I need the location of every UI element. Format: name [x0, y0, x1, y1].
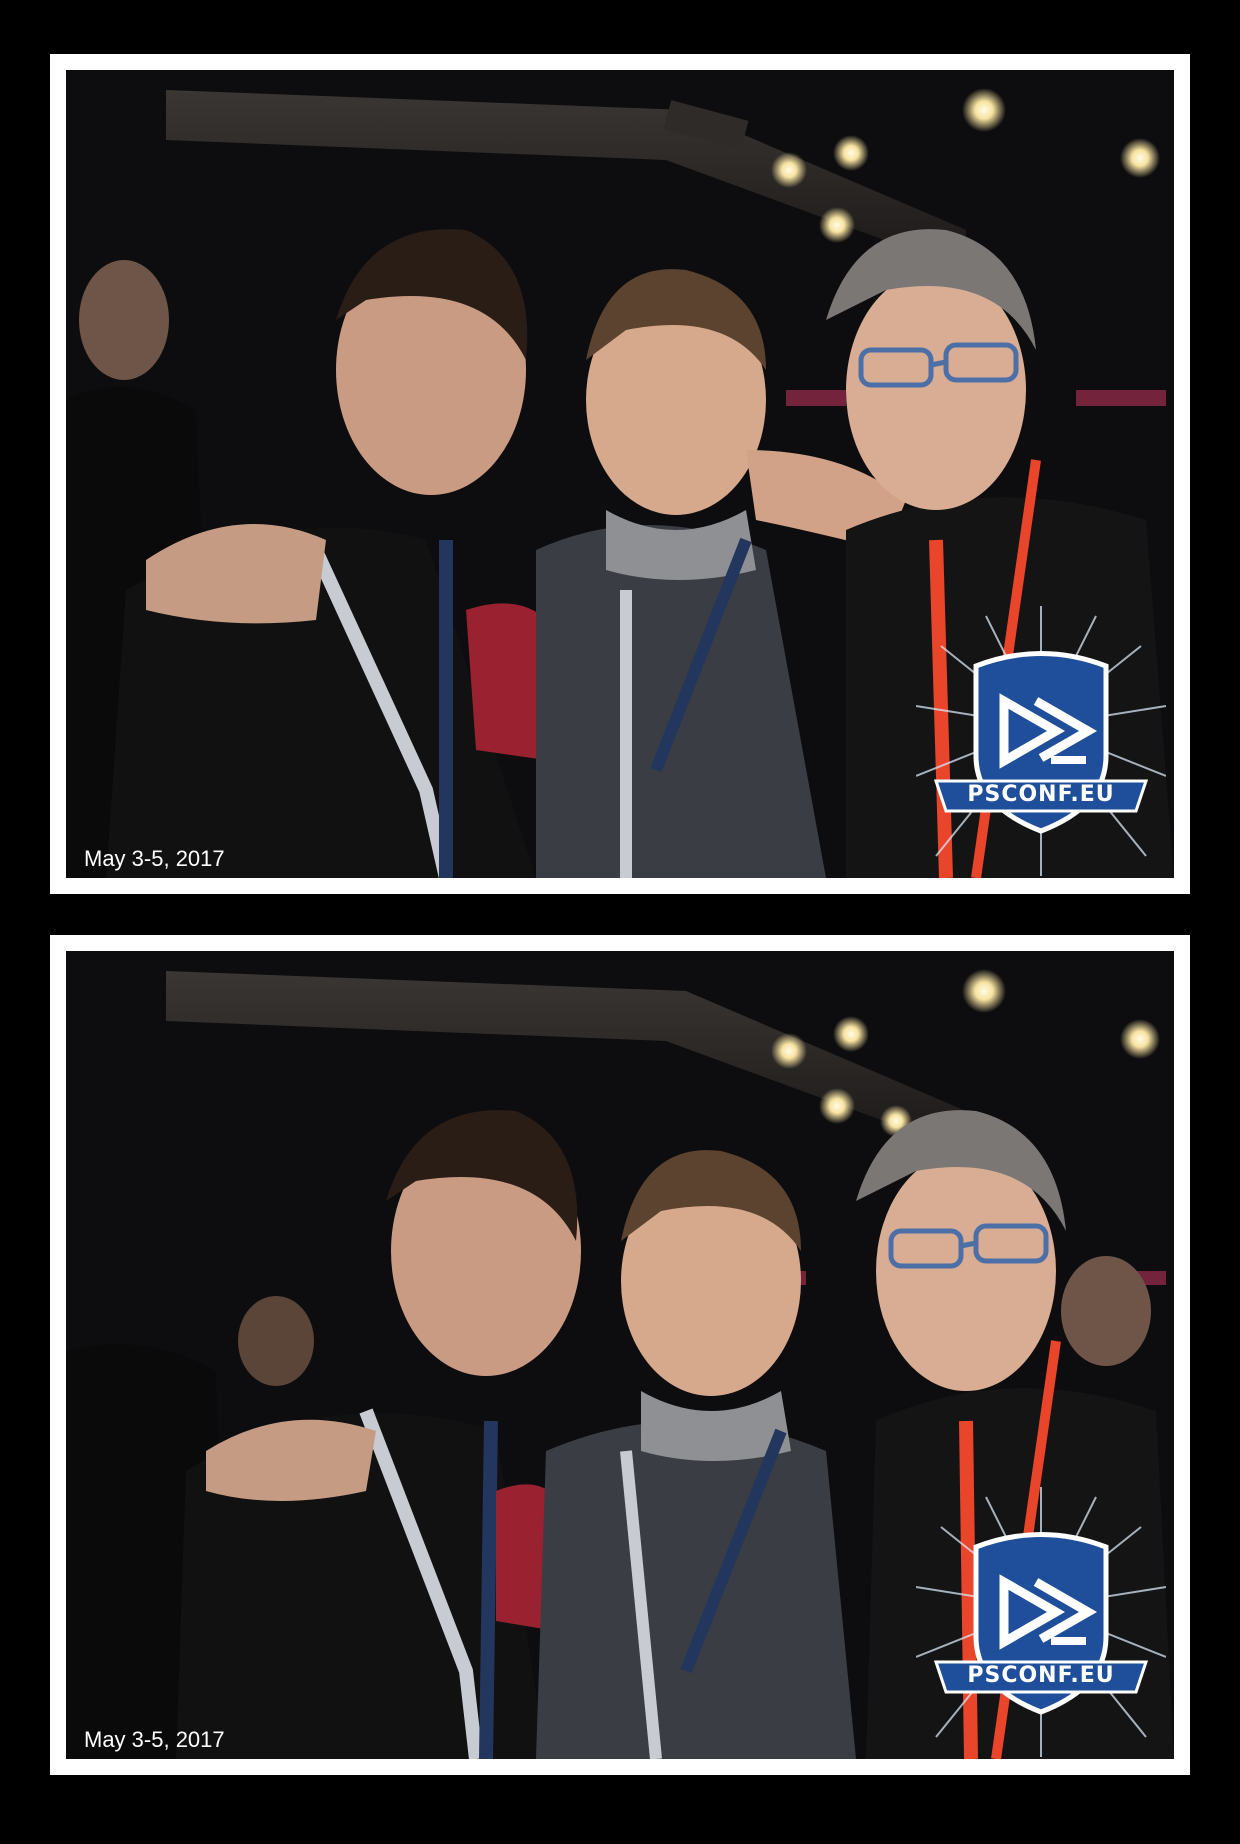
- photo-top: PSCONF.EU May 3-5, 2017: [66, 70, 1174, 878]
- badge-label: PSCONF.EU: [967, 782, 1115, 807]
- photo-frame-bottom: PSCONF.EU May 3-5, 2017: [50, 935, 1190, 1775]
- psconf-logo-icon: [915, 1487, 1167, 1757]
- psconf-badge: PSCONF.EU: [915, 1487, 1167, 1757]
- badge-label: PSCONF.EU: [967, 1663, 1115, 1688]
- photo-bottom: PSCONF.EU May 3-5, 2017: [66, 951, 1174, 1759]
- date-caption: May 3-5, 2017: [84, 846, 225, 871]
- date-caption: May 3-5, 2017: [84, 1727, 225, 1752]
- psconf-badge: PSCONF.EU: [915, 606, 1167, 876]
- psconf-logo-icon: [915, 606, 1167, 876]
- photo-frame-top: PSCONF.EU May 3-5, 2017: [50, 54, 1190, 894]
